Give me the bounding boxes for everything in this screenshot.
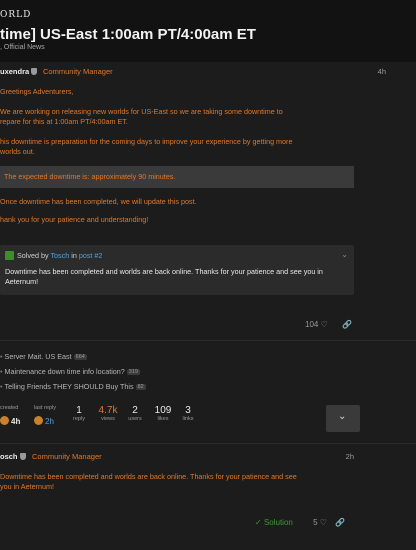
site-logo[interactable]: ORLD [0, 10, 31, 20]
solution-button[interactable]: ✓ Solution [255, 518, 293, 527]
stat-last-reply[interactable]: last reply 2h [34, 405, 56, 429]
like-count[interactable]: 104 [305, 320, 318, 329]
heart-icon[interactable]: ♡ [320, 518, 327, 527]
chevron-down-icon[interactable]: ⌄ [341, 250, 348, 259]
stat-views: 4.7k views [98, 405, 118, 422]
solved-check-icon [5, 251, 14, 260]
stat-created[interactable]: created 4h [0, 405, 20, 429]
stat-users: 2 users [128, 405, 142, 422]
post-1-header: uxendra Community Manager 4h [0, 67, 416, 79]
stat-links[interactable]: 3 links [180, 405, 196, 422]
post-paragraph-1b: repare for this at 1:00am PT/4:00am ET. [0, 117, 128, 126]
post-2-actions: ✓ Solution 5 ♡ 🔗 [255, 518, 345, 527]
post-1-actions: 104 ♡ 🔗 [305, 320, 352, 329]
downtime-callout: The expected downtime is: approximately … [0, 166, 354, 188]
callout-text: The expected downtime is: approximately … [4, 172, 176, 181]
like-count[interactable]: 5 [313, 518, 317, 527]
post-paragraph-1a: We are working on releasing new worlds f… [0, 107, 283, 116]
post-author[interactable]: uxendra [0, 67, 38, 76]
expand-summary-button[interactable]: ⌄ [326, 405, 360, 432]
post-greeting: Greetings Adventurers, [0, 87, 74, 96]
moderator-shield-icon [31, 68, 38, 75]
solved-box: Solved by Tosch in post #2 ⌄ Downtime ha… [0, 245, 354, 295]
stat-replies: 1 reply [73, 405, 85, 422]
post-paragraph-2b: worlds out. [0, 147, 35, 156]
solver-link[interactable]: Tosch [50, 251, 69, 260]
author-role: Community Manager [43, 67, 113, 76]
post-paragraph-3: Once downtime has been completed, we wil… [0, 197, 197, 206]
related-topic[interactable]: • Server Mait. US East 664 [0, 352, 87, 361]
topic-category[interactable]: , Official News [0, 44, 45, 51]
solution-post-link[interactable]: post #2 [79, 251, 103, 260]
post-2-paragraph-1: Downtime has been completed and worlds a… [0, 472, 297, 481]
post-paragraph-2a: his downtime is preparation for the comi… [0, 137, 293, 146]
moderator-shield-icon [19, 453, 26, 460]
stat-likes: 109 likes [154, 405, 172, 422]
chevron-down-icon: ⌄ [338, 411, 347, 422]
avatar [34, 416, 43, 425]
divider [0, 443, 416, 444]
solved-body: Downtime has been completed and worlds a… [5, 267, 323, 286]
heart-icon[interactable]: ♡ [321, 320, 328, 329]
related-topic[interactable]: • Maintenance down time info location? 319 [0, 367, 140, 376]
post-time[interactable]: 2h [346, 452, 354, 461]
solved-header: Solved by Tosch in post #2 [5, 251, 102, 260]
post-2-header: osch Community Manager 2h [0, 452, 416, 464]
link-icon[interactable]: 🔗 [342, 320, 352, 329]
link-icon[interactable]: 🔗 [335, 518, 345, 527]
avatar [0, 416, 9, 425]
topic-title[interactable]: time] US-East 1:00am PT/4:00am ET [0, 26, 256, 43]
topic-header: ORLD time] US-East 1:00am PT/4:00am ET ,… [0, 0, 416, 62]
post-2-paragraph-2: you in Aeternum! [0, 482, 54, 491]
author-role: Community Manager [32, 452, 102, 461]
post-author[interactable]: osch [0, 452, 26, 461]
post-paragraph-4: hank you for your patience and understan… [0, 215, 149, 224]
post-time[interactable]: 4h [378, 67, 386, 76]
divider [0, 340, 416, 341]
related-topic[interactable]: • Telling Friends THEY SHOULD Buy This 82 [0, 382, 146, 391]
